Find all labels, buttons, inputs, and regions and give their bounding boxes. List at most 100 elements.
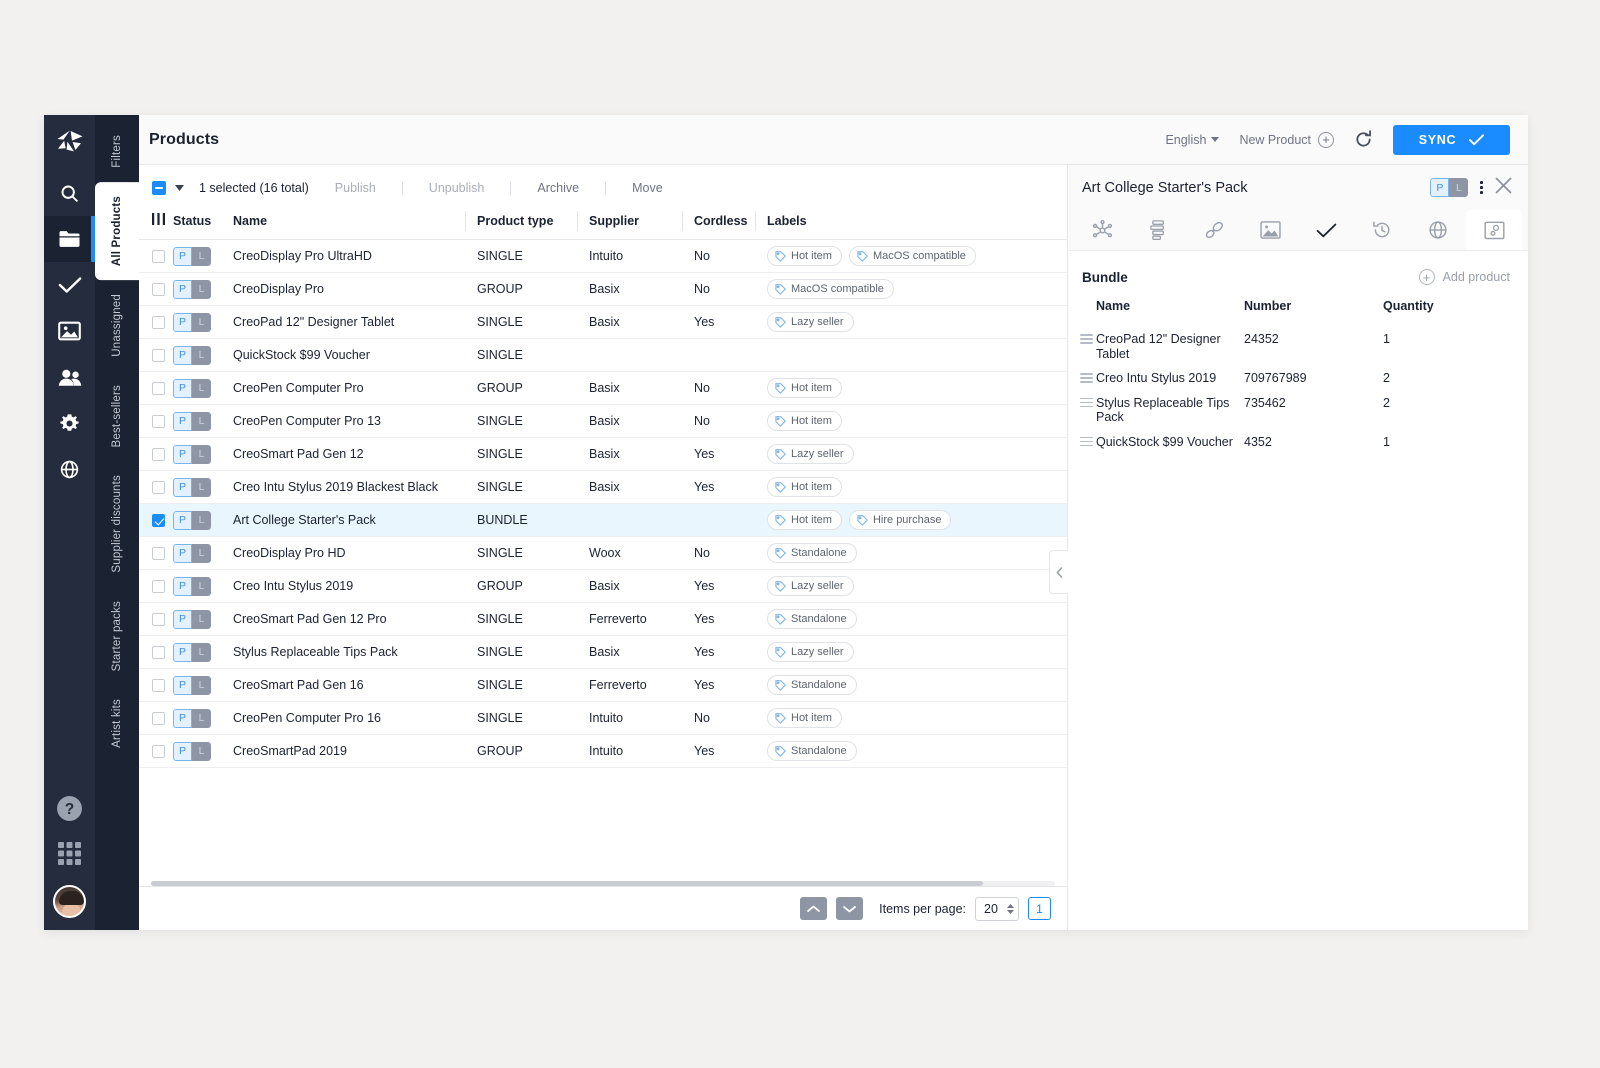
row-checkbox-cell[interactable] bbox=[139, 701, 173, 735]
row-checkbox-cell[interactable] bbox=[139, 272, 173, 306]
label-chip[interactable]: Hot item bbox=[767, 411, 842, 431]
row-checkbox[interactable] bbox=[152, 480, 165, 494]
status-badge[interactable]: PL bbox=[173, 312, 211, 332]
row-checkbox[interactable] bbox=[152, 579, 165, 593]
table-row[interactable]: P L CreoDisplay Pro GROUP Basix No MacOS compa… bbox=[139, 272, 1067, 306]
table-row[interactable]: P L Creo Intu Stylus 2019 Blackest Black SI… bbox=[139, 470, 1067, 504]
drag-handle-icon[interactable] bbox=[1080, 435, 1096, 447]
label-chip[interactable]: MacOS compatible bbox=[767, 279, 894, 299]
language-selector[interactable]: English bbox=[1165, 133, 1220, 147]
status-badge[interactable]: PL bbox=[173, 378, 211, 398]
status-badge[interactable]: PL bbox=[173, 642, 211, 662]
panel-tab-completeness[interactable] bbox=[1298, 210, 1354, 250]
table-row[interactable]: P L CreoSmart Pad Gen 16 SINGLE Ferreverto Ye… bbox=[139, 668, 1067, 702]
status-badge[interactable]: PL bbox=[173, 576, 211, 596]
panel-tab-links[interactable] bbox=[1186, 210, 1242, 250]
status-badge[interactable]: PL bbox=[173, 246, 211, 266]
table-row[interactable]: P L CreoSmart Pad Gen 12 Pro SINGLE Ferrever… bbox=[139, 602, 1067, 636]
label-chip[interactable]: Hot item bbox=[767, 246, 842, 266]
vtab-best-sellers[interactable]: Best-sellers bbox=[95, 371, 139, 461]
header-cordless[interactable]: Cordless bbox=[682, 203, 755, 240]
status-badge[interactable]: PL bbox=[173, 279, 211, 299]
row-checkbox[interactable] bbox=[152, 513, 165, 527]
row-checkbox[interactable] bbox=[152, 348, 165, 362]
help-button[interactable]: ? bbox=[56, 795, 83, 827]
vtab-filters[interactable]: Filters bbox=[95, 121, 139, 182]
label-chip[interactable]: Hot item bbox=[767, 477, 842, 497]
status-badge[interactable]: PL bbox=[173, 411, 211, 431]
row-checkbox[interactable] bbox=[152, 711, 165, 725]
row-checkbox[interactable] bbox=[152, 414, 165, 428]
row-checkbox[interactable] bbox=[152, 447, 165, 461]
row-checkbox-cell[interactable] bbox=[139, 635, 173, 669]
row-checkbox-cell[interactable] bbox=[139, 668, 173, 702]
bundle-row[interactable]: CreoPad 12" Designer Tablet 24352 1 bbox=[1068, 327, 1528, 366]
bundle-drag-handle-cell[interactable] bbox=[1068, 366, 1096, 391]
panel-more-menu-button[interactable] bbox=[1480, 181, 1483, 194]
panel-tab-history[interactable] bbox=[1354, 210, 1410, 250]
row-checkbox[interactable] bbox=[152, 282, 165, 296]
panel-tab-attributes[interactable] bbox=[1130, 210, 1186, 250]
sidebar-item-tasks[interactable] bbox=[44, 262, 95, 308]
row-checkbox-cell[interactable] bbox=[139, 536, 173, 570]
status-badge[interactable]: PL bbox=[173, 345, 211, 365]
header-supplier[interactable]: Supplier bbox=[577, 203, 682, 240]
row-checkbox-cell[interactable] bbox=[139, 371, 173, 405]
panel-tab-bundle[interactable] bbox=[1466, 210, 1522, 250]
bulk-publish-button[interactable]: Publish bbox=[335, 181, 376, 195]
drag-handle-icon[interactable] bbox=[1080, 396, 1096, 408]
label-chip[interactable]: Standalone bbox=[767, 741, 857, 761]
row-checkbox[interactable] bbox=[152, 612, 165, 626]
label-chip[interactable]: Standalone bbox=[767, 609, 857, 629]
sidebar-item-languages[interactable] bbox=[44, 446, 95, 492]
bulk-archive-button[interactable]: Archive bbox=[537, 181, 579, 195]
vtab-starter-packs[interactable]: Starter packs bbox=[95, 587, 139, 685]
label-chip[interactable]: Standalone bbox=[767, 543, 857, 563]
row-checkbox-cell[interactable] bbox=[139, 569, 173, 603]
label-chip[interactable]: Hot item bbox=[767, 510, 842, 530]
sync-button[interactable]: SYNC bbox=[1393, 124, 1510, 155]
table-row[interactable]: P L CreoPen Computer Pro GROUP Basix No Hot it… bbox=[139, 371, 1067, 405]
panel-status-badge[interactable]: P L bbox=[1430, 178, 1469, 197]
refresh-button[interactable] bbox=[1354, 130, 1373, 149]
table-row[interactable]: P L Art College Starter's Pack BUNDLE Hot it… bbox=[139, 503, 1067, 537]
sidebar-item-settings[interactable] bbox=[44, 400, 95, 446]
table-row[interactable]: P L CreoPad 12" Designer Tablet SINGLE Basix… bbox=[139, 305, 1067, 339]
bulk-unpublish-button[interactable]: Unpublish bbox=[429, 181, 485, 195]
table-row[interactable]: P L QuickStock $99 Voucher SINGLE bbox=[139, 338, 1067, 372]
bundle-drag-handle-cell[interactable] bbox=[1068, 391, 1096, 430]
sidebar-item-media[interactable] bbox=[44, 308, 95, 354]
row-checkbox-cell[interactable] bbox=[139, 437, 173, 471]
bundle-row[interactable]: Stylus Replaceable Tips Pack 735462 2 bbox=[1068, 391, 1528, 430]
header-labels[interactable]: Labels bbox=[755, 203, 1067, 240]
vtab-artist-kits[interactable]: Artist kits bbox=[95, 685, 139, 762]
row-checkbox-cell[interactable] bbox=[139, 503, 173, 537]
panel-tab-relations[interactable] bbox=[1074, 210, 1130, 250]
row-checkbox-cell[interactable] bbox=[139, 305, 173, 339]
new-product-button[interactable]: New Product + bbox=[1239, 131, 1334, 148]
row-checkbox[interactable] bbox=[152, 315, 165, 329]
column-settings-header[interactable] bbox=[139, 203, 173, 240]
table-row[interactable]: P L CreoSmart Pad Gen 12 SINGLE Basix Yes Lazy… bbox=[139, 437, 1067, 471]
items-per-page-stepper[interactable]: 20 bbox=[975, 896, 1019, 921]
label-chip[interactable]: Standalone bbox=[767, 675, 857, 695]
row-checkbox-cell[interactable] bbox=[139, 338, 173, 372]
label-chip[interactable]: Hire purchase bbox=[848, 510, 952, 530]
row-checkbox-cell[interactable] bbox=[139, 239, 173, 273]
vtab-all-products[interactable]: All Products bbox=[95, 181, 139, 280]
sidebar-item-users[interactable] bbox=[44, 354, 95, 400]
header-status[interactable]: Status bbox=[173, 203, 233, 240]
vtab-supplier-discounts[interactable]: Supplier discounts bbox=[95, 461, 139, 587]
bulk-move-button[interactable]: Move bbox=[632, 181, 663, 195]
status-badge[interactable]: PL bbox=[173, 609, 211, 629]
row-checkbox[interactable] bbox=[152, 249, 165, 263]
row-checkbox-cell[interactable] bbox=[139, 734, 173, 768]
table-row[interactable]: P L CreoDisplay Pro HD SINGLE Woox No Standalo… bbox=[139, 536, 1067, 570]
status-badge[interactable]: PL bbox=[173, 510, 211, 530]
panel-tab-translations[interactable] bbox=[1410, 210, 1466, 250]
table-row[interactable]: P L CreoSmartPad 2019 GROUP Intuito Yes Standa… bbox=[139, 734, 1067, 768]
label-chip[interactable]: Hot item bbox=[767, 708, 842, 728]
label-chip[interactable]: Lazy seller bbox=[767, 312, 854, 332]
status-badge[interactable]: PL bbox=[173, 543, 211, 563]
select-menu-caret-icon[interactable] bbox=[175, 183, 184, 193]
